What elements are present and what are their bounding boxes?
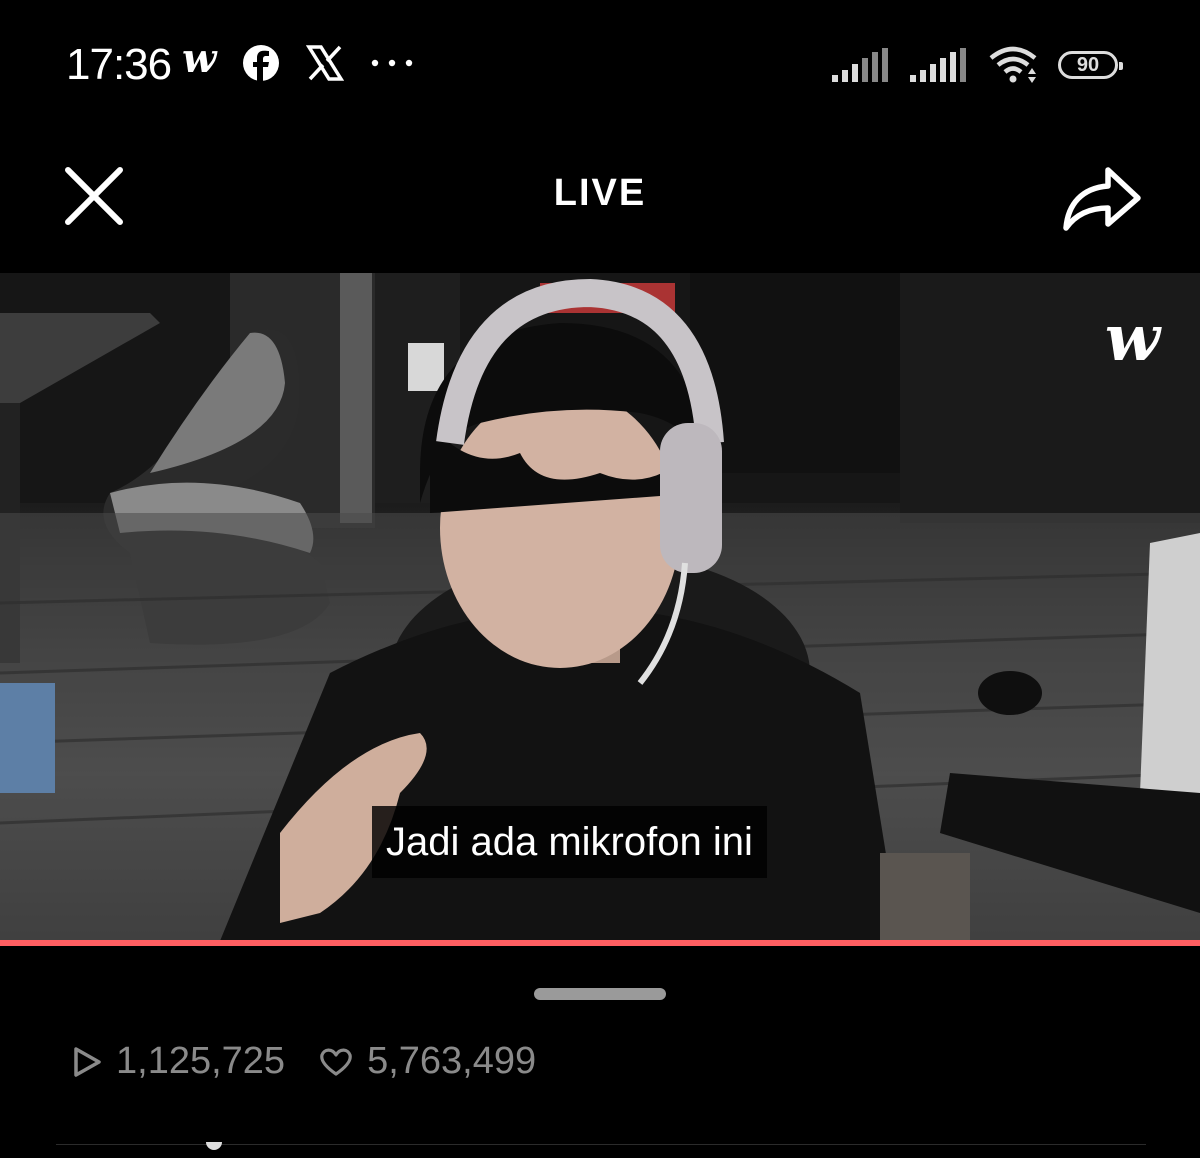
like-count[interactable]: 5,763,499 [319, 1040, 536, 1083]
scroll-indicator [206, 1142, 222, 1150]
battery-indicator: 90 [1058, 51, 1123, 79]
share-button[interactable] [1060, 164, 1144, 234]
status-bar: 17:36 w 90 [0, 0, 1200, 130]
share-arrow-icon [1063, 167, 1141, 231]
signal-icon-sim1 [832, 48, 888, 82]
progress-bar[interactable] [0, 940, 1200, 946]
notification-icons: w [182, 39, 414, 82]
x-icon [306, 45, 345, 81]
wifi-icon [989, 46, 1037, 83]
weverse-watermark: w [1104, 301, 1160, 376]
view-count-value: 1,125,725 [116, 1040, 286, 1082]
drag-handle[interactable] [534, 988, 666, 1000]
page-title: LIVE [553, 172, 647, 214]
play-icon [74, 1046, 101, 1077]
more-dots-icon [372, 59, 413, 67]
live-caption: Jadi ada mikrofon ini [372, 806, 767, 878]
facebook-icon [243, 45, 280, 82]
weverse-icon: w [182, 35, 217, 82]
system-icons: 90 [832, 46, 1123, 84]
player-header: LIVE [0, 140, 1200, 250]
view-count: 1,125,725 [72, 1040, 285, 1083]
like-count-value: 5,763,499 [367, 1040, 537, 1082]
status-time: 17:36 [66, 40, 172, 89]
live-stats: 1,125,725 5,763,499 [72, 1040, 570, 1083]
progress-fill [0, 940, 1200, 946]
signal-icon-sim2 [910, 48, 966, 82]
heart-icon [320, 1048, 352, 1076]
